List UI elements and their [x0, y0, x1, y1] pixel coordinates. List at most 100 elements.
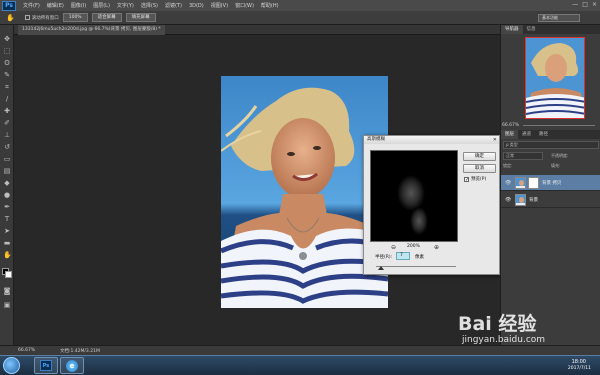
- radius-slider-track[interactable]: [376, 266, 456, 267]
- zoom-in-icon[interactable]: ⊕: [434, 244, 439, 251]
- layer-row-background-copy[interactable]: 👁 背景 拷贝: [501, 175, 600, 191]
- move-tool-icon[interactable]: ✥: [3, 35, 11, 43]
- maximize-button[interactable]: □: [582, 1, 588, 8]
- path-select-tool-icon[interactable]: ➤: [3, 227, 11, 235]
- fill-screen-button[interactable]: 填充屏幕: [125, 13, 156, 22]
- opacity-label: 不透明度:: [551, 153, 569, 158]
- history-brush-tool-icon[interactable]: ↺: [3, 143, 11, 151]
- navigator-thumbnail[interactable]: [525, 37, 585, 119]
- layer-row-background[interactable]: 👁 背景: [501, 192, 600, 208]
- status-doc-size: 文档:1.42M/3.21M: [60, 349, 100, 354]
- dialog-close-icon[interactable]: ✕: [493, 136, 497, 144]
- baidu-jingyan-watermark: Bai 经验 jingyan.baidu.com: [452, 305, 580, 347]
- clone-stamp-tool-icon[interactable]: ⊥: [3, 131, 11, 139]
- ok-button[interactable]: 确定: [463, 152, 496, 161]
- hand-tool-icon[interactable]: ✋: [6, 14, 15, 22]
- gradient-tool-icon[interactable]: ▤: [3, 167, 11, 175]
- menu-file[interactable]: 文件(F): [23, 2, 40, 9]
- layer-filter-select[interactable]: ρ 类型: [503, 141, 599, 149]
- zoom-out-icon[interactable]: ⊖: [391, 244, 396, 251]
- healing-brush-tool-icon[interactable]: ✚: [3, 107, 11, 115]
- hand-tool-sidebar-icon[interactable]: ✋: [3, 251, 12, 259]
- document-tab[interactable]: 133142j6mu5uch2n200d.jpg @ 66.7%(背景 拷贝, …: [18, 25, 165, 35]
- window-controls: — □ ×: [572, 1, 597, 8]
- menu-type[interactable]: 文字(Y): [117, 2, 134, 9]
- layer-mask-thumbnail[interactable]: [528, 177, 539, 189]
- blur-tool-icon[interactable]: ◆: [3, 179, 11, 187]
- taskbar-internet-explorer[interactable]: e: [60, 357, 84, 374]
- shape-tool-icon[interactable]: ▬: [3, 239, 11, 247]
- menu-layer[interactable]: 图层(L): [93, 2, 110, 9]
- blend-mode-select[interactable]: 正常: [503, 152, 543, 160]
- dialog-title-text: 高斯模糊: [367, 137, 385, 142]
- radius-unit-label: 像素: [415, 255, 424, 260]
- menu-window[interactable]: 窗口(W): [235, 2, 254, 9]
- menu-3d[interactable]: 3D(D): [189, 3, 204, 9]
- pen-tool-icon[interactable]: ✒: [3, 203, 11, 211]
- radius-input[interactable]: 7: [396, 252, 410, 260]
- blur-preview-pane[interactable]: [370, 150, 458, 242]
- scroll-all-windows-label: 滚动所有窗口: [31, 15, 59, 21]
- scroll-all-windows-checkbox[interactable]: [24, 15, 30, 20]
- radius-slider-thumb[interactable]: [378, 266, 384, 270]
- tab-info[interactable]: 信息: [523, 25, 540, 34]
- lock-label: 锁定:: [503, 163, 513, 168]
- watermark-brand: Bai 经验: [458, 313, 537, 335]
- layers-tab-bar: 图层 通道 路径: [501, 130, 600, 139]
- dodge-tool-icon[interactable]: ●: [3, 191, 11, 199]
- eraser-tool-icon[interactable]: ▭: [3, 155, 11, 163]
- visibility-eye-icon[interactable]: 👁: [505, 197, 511, 203]
- marquee-tool-icon[interactable]: ⬚: [3, 47, 11, 55]
- dialog-title[interactable]: 高斯模糊 ✕: [364, 136, 499, 144]
- radius-label: 半径(R):: [375, 255, 393, 260]
- eyedropper-tool-icon[interactable]: ∕: [3, 95, 11, 103]
- minimize-button[interactable]: —: [572, 1, 578, 8]
- windows-taskbar: Ps e 18:00 2017/7/11: [0, 355, 600, 375]
- layer-thumbnail: [515, 177, 526, 189]
- layer-name: 背景: [529, 198, 538, 203]
- tab-layers[interactable]: 图层: [501, 130, 518, 139]
- tray-clock-date[interactable]: 2017/7/11: [568, 366, 591, 371]
- menu-edit[interactable]: 编辑(E): [47, 2, 64, 9]
- screen-mode-icon[interactable]: ▣: [3, 301, 11, 309]
- fit-screen-button[interactable]: 适合屏幕: [91, 13, 122, 22]
- workspace-select[interactable]: 基本功能: [538, 14, 580, 22]
- watermark-url: jingyan.baidu.com: [462, 335, 546, 345]
- start-button[interactable]: [3, 357, 20, 374]
- background-color-swatch[interactable]: [5, 271, 12, 278]
- status-zoom[interactable]: 66.67%: [18, 348, 35, 353]
- navigator-zoom-value: 66.67%: [502, 123, 520, 128]
- layer-thumbnail: [515, 194, 526, 206]
- zoom-100-button[interactable]: 100%: [62, 13, 88, 22]
- menu-bar: Ps 文件(F) 编辑(E) 图像(I) 图层(L) 文字(Y) 选择(S) 滤…: [0, 0, 600, 11]
- navigator-zoom-slider[interactable]: [523, 125, 595, 126]
- lasso-tool-icon[interactable]: ʘ: [3, 59, 11, 67]
- tab-channels[interactable]: 通道: [518, 130, 535, 139]
- quick-mask-icon[interactable]: ◙: [3, 287, 11, 295]
- menu-select[interactable]: 选择(S): [141, 2, 158, 9]
- type-tool-icon[interactable]: T: [3, 215, 11, 223]
- tools-panel: ✥ ⬚ ʘ ✎ ⌗ ∕ ✚ ✐ ⊥ ↺ ▭ ▤ ◆ ● ✒ T ➤ ▬ ✋ ◙ …: [0, 25, 14, 345]
- quick-select-tool-icon[interactable]: ✎: [3, 71, 11, 79]
- menu-image[interactable]: 图像(I): [71, 2, 86, 9]
- menu-filter[interactable]: 滤镜(T): [165, 2, 182, 9]
- cancel-button[interactable]: 取消: [463, 164, 496, 173]
- tab-navigator[interactable]: 导航器: [501, 25, 523, 34]
- menu-view[interactable]: 视图(V): [211, 2, 228, 9]
- document-tab-bar: 133142j6mu5uch2n200d.jpg @ 66.7%(背景 拷贝, …: [14, 25, 500, 35]
- photoshop-logo-icon: Ps: [2, 0, 16, 11]
- internet-explorer-icon: e: [66, 359, 78, 372]
- preview-checkbox[interactable]: ✓: [464, 177, 469, 183]
- preview-label: 预览(P): [471, 177, 487, 182]
- right-panels: 导航器 信息 66.67% 图层 通道 路径 ρ 类型 正常 不透明度: 锁定:…: [500, 25, 600, 345]
- close-button[interactable]: ×: [592, 1, 597, 8]
- menu-help[interactable]: 帮助(H): [261, 2, 279, 9]
- taskbar-photoshop[interactable]: Ps: [34, 357, 58, 374]
- fill-label: 填充:: [551, 163, 561, 168]
- preview-zoom-level: 200%: [407, 244, 420, 249]
- visibility-eye-icon[interactable]: 👁: [505, 180, 511, 186]
- crop-tool-icon[interactable]: ⌗: [3, 83, 11, 91]
- brush-tool-icon[interactable]: ✐: [3, 119, 11, 127]
- tray-clock-time[interactable]: 18:00: [572, 359, 586, 365]
- tab-paths[interactable]: 路径: [535, 130, 552, 139]
